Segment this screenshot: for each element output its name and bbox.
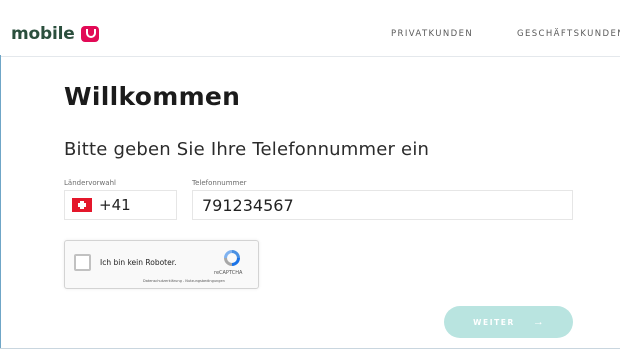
top-navbar: mobile PRIVATKUNDEN GESCHÄFTSKUNDEN [0,0,620,57]
recaptcha-brand: reCAPTCHA [214,270,243,276]
left-border [0,55,1,349]
weiter-button-label: WEITER [473,317,515,327]
phone-number-label: Telefonnummer [192,179,247,187]
page-subtitle: Bitte geben Sie Ihre Telefonnummer ein [64,139,430,160]
phone-number-input[interactable] [192,190,573,220]
arrow-right-icon: → [532,315,544,328]
page-title: Willkommen [64,82,241,111]
recaptcha-logo-icon [224,250,240,266]
page: mobile PRIVATKUNDEN GESCHÄFTSKUNDEN Will… [0,0,620,349]
nav-privatkunden[interactable]: PRIVATKUNDEN [391,29,473,39]
recaptcha-label: Ich bin kein Roboter. [100,258,177,267]
logo-badge-icon [80,26,99,42]
recaptcha-widget: Ich bin kein Roboter. reCAPTCHA Datensch… [64,240,259,289]
country-code-value: +41 [99,196,131,214]
country-code-select[interactable]: +41 [64,190,177,220]
recaptcha-links[interactable]: Datenschutzerklärung - Nutzungsbedingung… [143,279,225,283]
recaptcha-checkbox[interactable] [74,254,91,271]
mobile-logo[interactable]: mobile [11,24,99,44]
country-code-label: Ländervorwahl [64,179,116,187]
nav-geschaeftskunden[interactable]: GESCHÄFTSKUNDEN [517,29,620,39]
logo-text: mobile [11,24,75,44]
weiter-button[interactable]: WEITER → [444,306,573,338]
swiss-flag-icon [72,198,92,212]
